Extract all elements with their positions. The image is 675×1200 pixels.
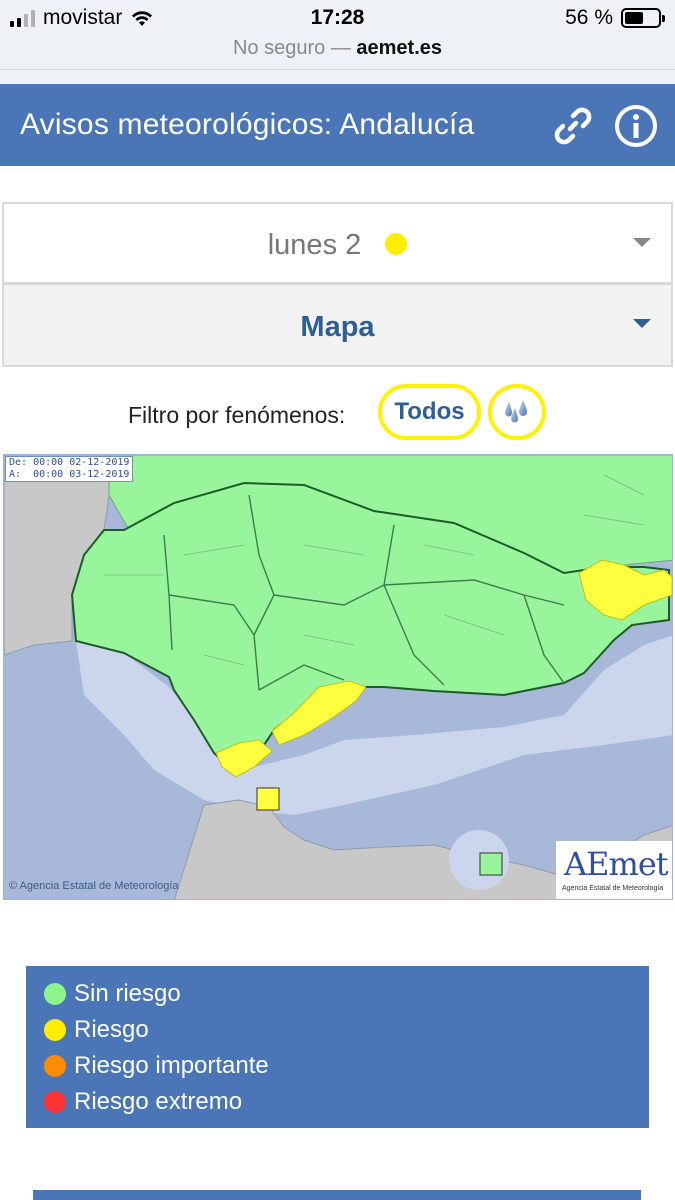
status-bar: movistar 17:28 56 % xyxy=(0,0,675,34)
page-header: Avisos meteorológicos: Andalucía xyxy=(0,84,675,166)
legend-dot-yellow xyxy=(44,1019,66,1041)
chevron-down-icon xyxy=(633,319,651,328)
page-title: Avisos meteorológicos: Andalucía xyxy=(20,108,475,141)
filter-rain-button[interactable] xyxy=(488,384,546,440)
legend-item-important-risk: Riesgo importante xyxy=(44,1052,269,1080)
security-label: No seguro — xyxy=(232,37,351,59)
day-label: lunes 2 xyxy=(267,229,362,261)
aemet-logo-subtitle: Agencia Estatal de Meteorología xyxy=(562,885,664,892)
legend-dot-orange xyxy=(44,1055,66,1077)
legend-label: Riesgo importante xyxy=(74,1052,269,1079)
aemet-logo-text: AEmet xyxy=(564,845,669,883)
legend-item-extreme-risk: Riesgo extremo xyxy=(44,1088,242,1116)
rain-icon xyxy=(505,400,527,423)
warning-zone-melilla xyxy=(479,852,503,876)
map-graphic xyxy=(4,455,672,899)
legend-item-no-risk: Sin riesgo xyxy=(44,980,181,1008)
warning-zone-ceuta xyxy=(256,787,280,811)
filter-label: Filtro por fenómenos: xyxy=(128,402,346,428)
day-selector-label-row: lunes 2 xyxy=(4,229,671,262)
link-icon[interactable] xyxy=(550,103,596,149)
legend-label: Riesgo xyxy=(74,1016,149,1043)
map-date-range: De: 00:00 02-12-2019 A: 00:00 03-12-2019 xyxy=(5,456,134,482)
info-icon[interactable] xyxy=(613,103,659,149)
address-bar[interactable]: No seguro — aemet.es xyxy=(0,34,675,70)
map-section-toggle[interactable]: Mapa xyxy=(2,283,673,367)
aemet-logo: AEmet Agencia Estatal de Meteorología xyxy=(556,841,672,899)
day-selector[interactable]: lunes 2 xyxy=(2,202,673,284)
warning-level-dot xyxy=(385,233,408,256)
risk-legend: Sin riesgo Riesgo Riesgo importante Ries… xyxy=(26,966,649,1128)
battery-icon xyxy=(621,8,665,28)
legend-dot-green xyxy=(44,983,66,1005)
legend-label: Riesgo extremo xyxy=(74,1088,243,1115)
page-top-gap xyxy=(0,70,675,84)
legend-item-risk: Riesgo xyxy=(44,1016,149,1044)
map-section-label: Mapa xyxy=(300,311,375,343)
warnings-map[interactable]: De: 00:00 02-12-2019 A: 00:00 03-12-2019… xyxy=(3,454,673,900)
battery-info: 56 % xyxy=(565,6,665,30)
chevron-down-icon xyxy=(633,238,651,247)
legend-dot-red xyxy=(44,1091,66,1113)
next-section-bar xyxy=(33,1190,641,1200)
phenomena-filter: Filtro por fenómenos: Todos xyxy=(0,384,675,444)
filter-all-button[interactable]: Todos xyxy=(378,384,481,440)
url-domain: aemet.es xyxy=(356,37,443,59)
legend-label: Sin riesgo xyxy=(74,980,181,1007)
map-copyright: © Agencia Estatal de Meteorología xyxy=(9,880,179,892)
battery-percent: 56 % xyxy=(565,6,613,29)
